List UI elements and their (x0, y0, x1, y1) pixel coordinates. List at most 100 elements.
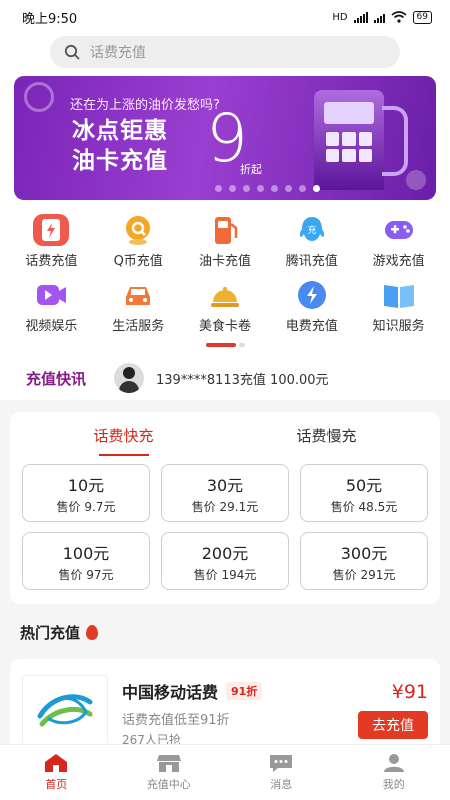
pager-inactive (238, 343, 245, 347)
store-icon (156, 755, 181, 772)
banner-dot[interactable] (270, 185, 278, 192)
home-icon (45, 754, 68, 772)
amount-face: 50元 (345, 475, 383, 495)
amount-option-10[interactable]: 10元售价 9.7元 (22, 464, 150, 522)
wifi-icon (391, 11, 407, 23)
gamepad-icon (381, 214, 417, 246)
amount-option-300[interactable]: 300元售价 291元 (300, 532, 428, 590)
banner-dot[interactable] (284, 185, 292, 192)
service-knowledge[interactable]: 知识服务 (355, 279, 442, 334)
avatar (114, 363, 145, 393)
bottom-nav: 首页 充值中心 消息 我的 (0, 744, 450, 800)
recharge-tabs: 话费快充 话费慢充 (22, 412, 428, 460)
amount-options: 10元 售价 9.7元 30元 售价 29.1元 50元 售价 48.5元 100元售… (22, 460, 428, 590)
news-text: 139****8113充值 100.00元 (156, 372, 329, 388)
search-placeholder: 话费充值 (90, 45, 146, 61)
amount-price: 售价 9.7元 (56, 499, 116, 514)
qq-coin-icon (120, 214, 156, 246)
status-bar: 晚上9:50 HD 69 (0, 0, 450, 34)
amount-price: 售价 48.5元 (330, 499, 398, 514)
nav-label: 充值中心 (146, 778, 191, 791)
amount-price: 售价 194元 (193, 567, 257, 582)
amount-option-30[interactable]: 30元 售价 29.1元 (161, 464, 289, 522)
fuel-card-icon (207, 214, 243, 246)
nav-recharge-center[interactable]: 充值中心 (113, 745, 226, 800)
discount-badge: 91折 (226, 682, 263, 700)
go-recharge-button[interactable]: 去充值 (358, 711, 428, 739)
service-label: 知识服务 (372, 319, 425, 334)
banner-dot[interactable] (242, 185, 250, 192)
banner-question: 还在为上涨的油价发愁吗? (70, 98, 220, 113)
message-icon (270, 755, 293, 772)
amount-face: 10元 (67, 475, 105, 495)
service-label: 游戏充值 (372, 254, 425, 269)
service-phone-bill[interactable]: 话费充值 (8, 214, 95, 269)
service-grid: 话费充值 Q币充值 油卡充值 充 腾讯充值 游戏充值 视频娱乐 生活服务 美食卡… (0, 200, 450, 334)
service-tencent[interactable]: 充 腾讯充值 (268, 214, 355, 269)
car-icon (120, 279, 156, 311)
service-label: Q币充值 (113, 254, 163, 269)
amount-option-200[interactable]: 200元售价 194元 (161, 532, 289, 590)
service-label: 视频娱乐 (25, 319, 78, 334)
banner-discount-suffix: 折起 (240, 163, 262, 176)
battery-icon: 69 (412, 10, 432, 24)
service-video[interactable]: 视频娱乐 (8, 279, 95, 334)
amount-option-100[interactable]: 100元 售价 97元 (22, 532, 150, 590)
fire-icon (86, 625, 99, 640)
service-label: 油卡充值 (198, 254, 251, 269)
banner-dot[interactable] (214, 185, 222, 192)
amount-face: 200元 (201, 543, 249, 563)
service-fuel-card[interactable]: 油卡充值 (182, 214, 269, 269)
user-icon (383, 754, 404, 772)
phone-bill-icon (33, 214, 70, 246)
hot-item-name: 中国移动话费 (122, 683, 219, 702)
promo-banner[interactable]: 还在为上涨的油价发愁吗? 冰点钜惠 油卡充值 9 折起 (14, 76, 436, 200)
service-pager[interactable] (0, 334, 450, 356)
amount-face: 300元 (340, 543, 388, 563)
tab-slow-recharge[interactable]: 话费慢充 (225, 412, 428, 460)
banner-dot[interactable] (298, 185, 306, 192)
nav-label: 我的 (382, 778, 405, 791)
video-icon (33, 279, 69, 311)
nav-messages[interactable]: 消息 (225, 745, 338, 800)
pager-active (205, 343, 236, 347)
amount-price: 售价 291元 (332, 567, 396, 582)
hot-item-price: ¥91 (391, 681, 428, 703)
service-label: 腾讯充值 (285, 254, 338, 269)
news-title: 充值快讯 (26, 369, 87, 388)
nav-home[interactable]: 首页 (0, 745, 113, 800)
service-label: 生活服务 (112, 319, 165, 334)
banner-dot[interactable] (228, 185, 236, 192)
signal-icon-2 (373, 12, 385, 23)
hot-item-subtitle: 话费充值低至91折 (122, 713, 230, 728)
news-ticker[interactable]: 充值快讯 139****8113充值 100.00元 (0, 356, 450, 400)
search-icon (64, 44, 80, 60)
service-food[interactable]: 美食卡卷 (182, 279, 269, 334)
amount-face: 100元 (62, 543, 110, 563)
network-label: HD (332, 11, 348, 23)
service-life[interactable]: 生活服务 (95, 279, 182, 334)
service-qq-coin[interactable]: Q币充值 (95, 214, 182, 269)
service-label: 美食卡卷 (198, 319, 251, 334)
search-input[interactable]: 话费充值 (50, 36, 400, 68)
amount-option-50[interactable]: 50元售价 48.5元 (300, 464, 428, 522)
svg-text:充: 充 (307, 224, 316, 236)
tab-fast-recharge[interactable]: 话费快充 (22, 412, 225, 460)
book-icon (381, 279, 417, 311)
service-label: 话费充值 (25, 254, 78, 269)
service-game[interactable]: 游戏充值 (355, 214, 442, 269)
hot-section-title: 热门充值 (0, 604, 450, 653)
tencent-icon: 充 (294, 214, 330, 246)
hot-title-text: 热门充值 (20, 624, 81, 642)
banner-dot[interactable] (256, 185, 264, 192)
nav-mine[interactable]: 我的 (338, 745, 450, 800)
electricity-icon (294, 279, 330, 311)
banner-line1: 冰点钜惠 (72, 118, 168, 144)
recharge-card: 话费快充 话费慢充 10元售价 9.7元 30元 售价 29.1元 50元售价 4… (10, 412, 440, 604)
service-label: 电费充值 (285, 319, 338, 334)
banner-dot-active[interactable] (312, 185, 320, 192)
banner-pagination[interactable] (14, 185, 436, 192)
nav-label: 消息 (270, 778, 293, 791)
service-electricity[interactable]: 电费充值 (268, 279, 355, 334)
fuel-pump-icon (314, 90, 384, 190)
